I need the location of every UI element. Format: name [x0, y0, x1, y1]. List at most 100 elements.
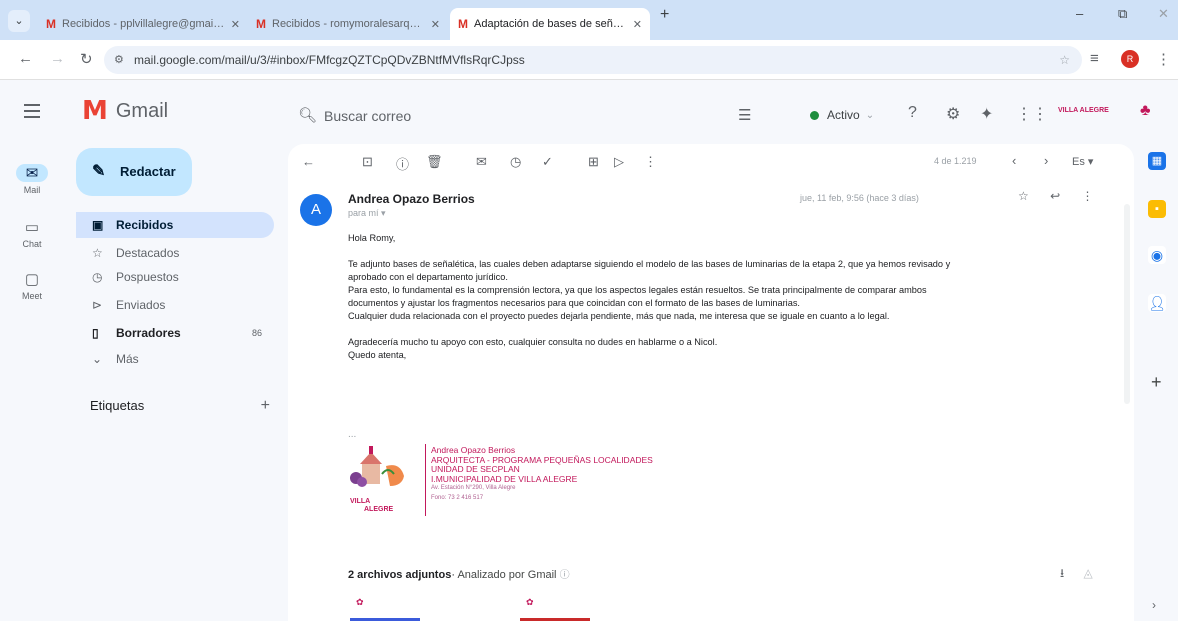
close-icon[interactable]: ✕: [633, 18, 642, 31]
calendar-icon[interactable]: ▦: [1148, 152, 1166, 170]
attachments-header: 2 archivos adjuntos· Analizado por Gmail…: [348, 569, 570, 581]
older-icon[interactable]: ›: [1044, 153, 1048, 168]
body-line: Hola Romy,: [348, 233, 396, 243]
organization-logo[interactable]: VILLA ALEGRE: [1058, 107, 1109, 114]
browser-tab-1[interactable]: M Recibidos - pplvillalegre@gmail.com ✕: [38, 8, 248, 40]
archive-icon[interactable]: ⊡: [362, 154, 373, 170]
input-language-selector[interactable]: Es ▾: [1072, 155, 1093, 168]
nav-item-starred[interactable]: ☆ Destacados: [76, 240, 274, 266]
label-icon[interactable]: ▷: [614, 154, 624, 170]
tasks-icon[interactable]: ◉: [1148, 246, 1166, 264]
profile-avatar[interactable]: R: [1121, 50, 1139, 68]
help-icon[interactable]: ?: [908, 104, 917, 122]
download-all-icon[interactable]: ⭳: [1060, 566, 1064, 580]
search-icon[interactable]: 🔍︎: [298, 94, 317, 138]
search-options-icon[interactable]: ☰: [738, 106, 751, 124]
gemini-sparkle-icon[interactable]: ✦: [980, 104, 993, 124]
move-to-icon[interactable]: ⊞: [588, 154, 599, 170]
get-addons-icon[interactable]: +: [1151, 372, 1162, 393]
newer-icon[interactable]: ‹: [1012, 153, 1016, 168]
nav-label: Más: [116, 352, 139, 366]
message-scrollbar[interactable]: [1124, 204, 1130, 404]
gmail-header: M Gmail 🔍︎ Buscar correo ☰ Activo ⌄ ? ⚙ …: [0, 80, 1178, 142]
info-icon[interactable]: ⓘ: [560, 570, 570, 581]
rail-mail[interactable]: ✉ Mail: [4, 164, 60, 195]
message-body: Hola Romy, Te adjunto bases de señalétic…: [348, 232, 1108, 362]
rail-label: Meet: [21, 291, 42, 301]
rail-meet[interactable]: ▢ Meet: [4, 270, 60, 301]
browser-tab-active[interactable]: M Adaptación de bases de señalé ✕: [450, 8, 650, 40]
star-icon[interactable]: ☆: [1018, 189, 1029, 203]
chevron-down-icon: ⌄: [92, 352, 103, 366]
forward-icon[interactable]: →: [50, 50, 65, 67]
url-text: mail.google.com/mail/u/3/#inbox/FMfcgzQZ…: [134, 53, 525, 67]
reload-icon[interactable]: ↻: [80, 50, 93, 68]
body-line: Cualquier duda relacionada con el proyec…: [348, 311, 890, 321]
nav-item-drafts[interactable]: ▯ Borradores 86: [76, 320, 274, 346]
report-spam-icon[interactable]: ⓘ: [396, 154, 409, 173]
minimize-icon[interactable]: –: [1076, 6, 1083, 21]
apps-grid-icon[interactable]: ⋮⋮: [1016, 104, 1048, 124]
message-view: ← ⊡ ⓘ 🗑︎ ✉ ◷ ✓ ⊞ ▷ ⋮ 4 de 1.219 ‹ › Es ▾…: [288, 144, 1134, 621]
new-tab-icon[interactable]: +: [660, 6, 669, 24]
sender-avatar[interactable]: A: [300, 194, 332, 226]
gmail-favicon-icon: M: [458, 17, 468, 31]
add-label-icon[interactable]: +: [261, 397, 270, 415]
rail-chat[interactable]: ▭ Chat: [4, 218, 60, 249]
browser-menu-icon[interactable]: ⋮: [1156, 50, 1171, 68]
signature-org: I.MUNICIPALIDAD DE VILLA ALEGRE: [431, 473, 578, 484]
mark-unread-icon[interactable]: ✉: [476, 154, 487, 170]
body-line: Agradecería mucho tu apoyo con esto, cua…: [348, 337, 718, 347]
nav-item-snoozed[interactable]: ◷ Pospuestos: [76, 264, 274, 290]
status-label: Activo: [827, 108, 860, 122]
nav-label: Pospuestos: [116, 270, 179, 284]
media-icon[interactable]: ≡: [1090, 50, 1099, 67]
more-options-icon[interactable]: ⋮: [644, 154, 657, 170]
message-actions: ☆ ↩ ⋮: [1018, 189, 1112, 203]
attachment-thumbnail[interactable]: ✿: [520, 594, 590, 621]
nav-item-sent[interactable]: ⊳ Enviados: [76, 292, 274, 318]
body-line: documentos y ajustar los fragmentos nece…: [348, 298, 800, 308]
nav-item-more[interactable]: ⌄ Más: [76, 346, 274, 372]
address-bar[interactable]: ⚙ mail.google.com/mail/u/3/#inbox/FMfcgz…: [104, 46, 1082, 74]
status-dot: [810, 110, 819, 120]
close-icon[interactable]: ✕: [231, 18, 240, 31]
settings-icon[interactable]: ⚙: [946, 104, 960, 124]
show-side-panel-icon[interactable]: ›: [1152, 598, 1156, 612]
inbox-icon: ▣: [92, 218, 104, 232]
reply-icon[interactable]: ↩: [1050, 189, 1060, 203]
close-icon[interactable]: ✕: [431, 18, 440, 31]
pencil-icon: ✎: [92, 163, 106, 180]
gmail-m-icon: M: [82, 96, 108, 126]
back-to-inbox-icon[interactable]: ←: [302, 154, 315, 169]
snooze-icon[interactable]: ◷: [510, 154, 521, 170]
trimmed-content-toggle[interactable]: ...: [348, 429, 356, 440]
back-icon[interactable]: ←: [18, 50, 33, 67]
bookmark-star-icon[interactable]: ☆: [1059, 46, 1070, 74]
add-task-icon[interactable]: ✓: [542, 154, 553, 170]
sender-name[interactable]: Andrea Opazo Berrios: [348, 192, 475, 206]
recipient-line[interactable]: para mí ▾: [348, 208, 386, 219]
add-to-drive-icon[interactable]: ◬: [1084, 566, 1093, 580]
keep-icon[interactable]: ▪: [1148, 200, 1166, 218]
window-close-icon[interactable]: ✕: [1158, 6, 1169, 22]
gmail-logo[interactable]: M Gmail: [82, 98, 168, 124]
browser-tabstrip: ⌄ M Recibidos - pplvillalegre@gmail.com …: [0, 0, 1178, 40]
status-selector[interactable]: Activo ⌄: [810, 108, 874, 122]
delete-icon[interactable]: 🗑︎: [426, 154, 443, 170]
main-menu-icon[interactable]: [24, 104, 40, 122]
search-input[interactable]: 🔍︎ Buscar correo: [284, 94, 774, 138]
nav-item-inbox[interactable]: ▣ Recibidos: [76, 212, 274, 238]
rail-label: Mail: [23, 185, 41, 195]
attachment-thumbnail[interactable]: ✿: [350, 594, 420, 621]
browser-tab-2[interactable]: M Recibidos - romymoralesarq25@gmail.com…: [248, 8, 448, 40]
more-options-icon[interactable]: ⋮: [1082, 189, 1094, 203]
contacts-icon[interactable]: 👤︎: [1148, 294, 1166, 312]
account-avatar-icon[interactable]: ♣: [1140, 102, 1151, 120]
site-info-icon[interactable]: ⚙: [114, 46, 124, 74]
compose-button[interactable]: ✎ Redactar: [76, 148, 192, 196]
tab-search-icon[interactable]: ⌄: [8, 10, 30, 32]
labels-heading: Etiquetas: [90, 398, 145, 413]
maximize-icon[interactable]: ⧉: [1118, 6, 1127, 22]
signature-divider: [425, 444, 426, 516]
